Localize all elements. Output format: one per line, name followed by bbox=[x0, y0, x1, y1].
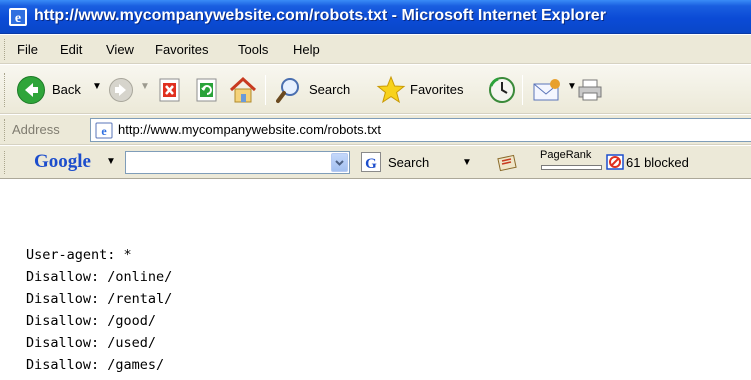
ie-logo-icon: e bbox=[9, 8, 27, 26]
history-icon[interactable] bbox=[488, 76, 516, 104]
google-menu-dropdown[interactable]: ▼ bbox=[106, 156, 116, 167]
page-icon: e bbox=[95, 122, 113, 139]
svg-text:G: G bbox=[365, 156, 377, 171]
address-label: Address bbox=[12, 122, 60, 137]
back-label[interactable]: Back bbox=[52, 82, 81, 97]
toolbar-separator bbox=[265, 75, 266, 105]
robots-line: Disallow: /good/ bbox=[26, 313, 157, 329]
pagerank-label: PageRank bbox=[540, 149, 592, 161]
menu-grip[interactable] bbox=[4, 39, 7, 60]
address-input[interactable]: e http://www.mycompanywebsite.com/robots… bbox=[90, 118, 751, 142]
refresh-icon[interactable] bbox=[195, 78, 219, 102]
forward-dropdown[interactable]: ▼ bbox=[140, 81, 150, 92]
robots-line: Disallow: /used/ bbox=[26, 335, 157, 351]
robots-line: Disallow: /games/ bbox=[26, 357, 165, 373]
popup-blocker-icon[interactable] bbox=[606, 153, 624, 171]
stop-icon[interactable] bbox=[158, 78, 182, 102]
star-icon[interactable] bbox=[376, 75, 406, 105]
forward-arrow-icon[interactable] bbox=[108, 77, 134, 103]
news-icon[interactable] bbox=[497, 154, 519, 172]
page-content: User-agent: * Disallow: /online/ Disallo… bbox=[0, 180, 751, 380]
google-search-dropdown[interactable] bbox=[331, 153, 348, 172]
menu-file[interactable]: File bbox=[17, 42, 38, 57]
back-arrow-icon[interactable] bbox=[16, 75, 46, 105]
google-grip[interactable] bbox=[4, 151, 7, 174]
address-bar: Address e http://www.mycompanywebsite.co… bbox=[0, 115, 751, 145]
menu-help[interactable]: Help bbox=[293, 42, 320, 57]
window-title: http://www.mycompanywebsite.com/robots.t… bbox=[34, 7, 606, 24]
menu-tools[interactable]: Tools bbox=[238, 42, 268, 57]
address-grip[interactable] bbox=[4, 119, 7, 141]
menu-bar: File Edit View Favorites Tools Help bbox=[0, 35, 751, 64]
print-icon[interactable] bbox=[578, 78, 602, 102]
favorites-label[interactable]: Favorites bbox=[410, 82, 463, 97]
toolbar-separator bbox=[522, 75, 523, 105]
standard-toolbar: Back ▼ ▼ Search Favorites ▼ bbox=[0, 65, 751, 114]
svg-text:e: e bbox=[15, 11, 21, 26]
google-logo[interactable]: Google bbox=[34, 151, 91, 173]
mail-dropdown[interactable]: ▼ bbox=[567, 81, 577, 92]
menu-favorites[interactable]: Favorites bbox=[155, 42, 208, 57]
google-search-button[interactable]: Search bbox=[388, 155, 429, 170]
home-icon[interactable] bbox=[228, 76, 258, 104]
address-url[interactable]: http://www.mycompanywebsite.com/robots.t… bbox=[118, 122, 381, 137]
svg-text:e: e bbox=[101, 124, 107, 138]
title-bar[interactable]: e http://www.mycompanywebsite.com/robots… bbox=[0, 0, 751, 34]
popups-blocked-count[interactable]: 61 blocked bbox=[626, 155, 689, 170]
robots-line: Disallow: /rental/ bbox=[26, 291, 173, 307]
google-search-input[interactable] bbox=[125, 151, 350, 174]
google-search-options-dropdown[interactable]: ▼ bbox=[462, 157, 472, 168]
robots-line: User-agent: * bbox=[26, 247, 132, 263]
google-toolbar: Google ▼ G Search ▼ PageRank 61 blocked bbox=[0, 146, 751, 179]
menu-edit[interactable]: Edit bbox=[60, 42, 82, 57]
search-label[interactable]: Search bbox=[309, 82, 350, 97]
magnifier-icon[interactable] bbox=[276, 76, 302, 104]
chevron-down-icon bbox=[335, 160, 344, 166]
google-g-icon[interactable]: G bbox=[361, 152, 381, 172]
mail-icon[interactable] bbox=[532, 78, 562, 102]
toolbar-grip[interactable] bbox=[4, 73, 7, 107]
back-dropdown[interactable]: ▼ bbox=[92, 81, 102, 92]
menu-view[interactable]: View bbox=[106, 42, 134, 57]
pagerank-bar bbox=[541, 165, 602, 170]
robots-line: Disallow: /online/ bbox=[26, 269, 173, 285]
